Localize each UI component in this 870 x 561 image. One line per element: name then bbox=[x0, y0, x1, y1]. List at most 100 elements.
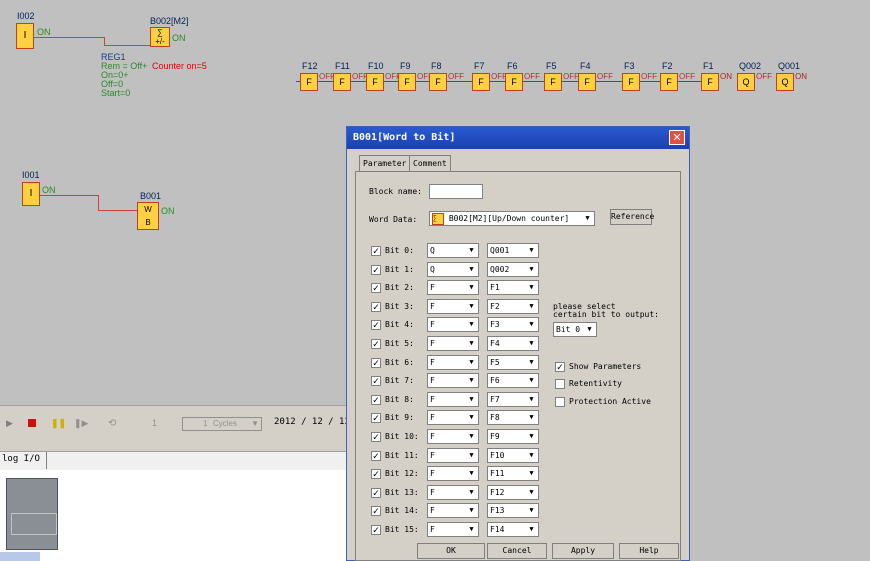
chevron-down-icon: ▼ bbox=[525, 504, 538, 518]
output-block[interactable]: F bbox=[622, 73, 640, 91]
bit-enable-checkbox[interactable]: ✓ bbox=[371, 432, 381, 442]
simulation-toolbar: ▶ ❚❚ ❚▶ ⟲ 1 1 Cycles ▼ 2012 / 12 / 13 bbox=[0, 405, 350, 442]
bit-target-select[interactable]: F11 ▼ bbox=[487, 466, 539, 482]
bit-type-select[interactable]: F ▼ bbox=[427, 391, 479, 407]
bit-type-select[interactable]: F ▼ bbox=[427, 447, 479, 463]
chevron-down-icon: ▼ bbox=[465, 299, 478, 313]
output-state: OFF bbox=[563, 72, 579, 81]
bit-output-select[interactable]: Bit 0 ▼ bbox=[553, 322, 597, 337]
show-parameters-checkbox[interactable]: ✓ bbox=[555, 362, 565, 372]
bit-enable-checkbox[interactable]: ✓ bbox=[371, 357, 381, 368]
bit-target-select[interactable]: F4 ▼ bbox=[487, 336, 539, 351]
bit-target-select[interactable]: Q001 ▼ bbox=[487, 243, 539, 258]
bit-type-select[interactable]: F ▼ bbox=[427, 317, 479, 333]
step-icon[interactable]: ❚▶ bbox=[74, 418, 88, 429]
i002-block[interactable]: I bbox=[16, 23, 34, 49]
bit-target-select[interactable]: F14 ▼ bbox=[487, 522, 539, 537]
bit-type-select[interactable]: F ▼ bbox=[427, 429, 479, 444]
bit-enable-checkbox[interactable]: ✓ bbox=[371, 376, 381, 387]
bit-type-select[interactable]: F ▼ bbox=[427, 410, 479, 426]
output-block[interactable]: F bbox=[300, 73, 318, 91]
output-block[interactable]: F bbox=[578, 73, 596, 91]
reset-icon[interactable]: ⟲ bbox=[108, 418, 116, 429]
bit-target-select[interactable]: F9 ▼ bbox=[487, 429, 539, 444]
bit-type-select[interactable]: F ▼ bbox=[427, 280, 479, 296]
output-block[interactable]: F bbox=[701, 73, 719, 91]
bit-target-select[interactable]: F7 ▼ bbox=[487, 391, 539, 407]
bit-target-select[interactable]: F10 ▼ bbox=[487, 447, 539, 463]
output-block[interactable]: F bbox=[472, 73, 490, 91]
help-button[interactable]: Help bbox=[619, 543, 679, 559]
bit-enable-checkbox[interactable]: ✓ bbox=[371, 450, 381, 461]
bit-enable-checkbox[interactable]: ✓ bbox=[371, 246, 381, 256]
io-panel bbox=[0, 470, 350, 561]
tab-comment[interactable]: Comment bbox=[409, 155, 451, 171]
bit-enable-checkbox[interactable]: ✓ bbox=[371, 394, 381, 405]
bit-target-select[interactable]: F5 ▼ bbox=[487, 354, 539, 370]
output-symbol: F bbox=[372, 77, 378, 87]
bit-target-select[interactable]: Q002 ▼ bbox=[487, 261, 539, 277]
protection-active-checkbox[interactable] bbox=[555, 397, 565, 407]
bit-enable-checkbox[interactable]: ✓ bbox=[371, 487, 381, 498]
bit-enable-checkbox[interactable]: ✓ bbox=[371, 320, 381, 331]
output-block[interactable]: F bbox=[366, 73, 384, 91]
bit-type-select[interactable]: Q ▼ bbox=[427, 243, 479, 258]
bit-type-select[interactable]: F ▼ bbox=[427, 354, 479, 370]
retentivity-checkbox[interactable] bbox=[555, 379, 565, 389]
bit-target-select[interactable]: F6 ▼ bbox=[487, 373, 539, 389]
bit-target-select[interactable]: F13 ▼ bbox=[487, 503, 539, 519]
output-block[interactable]: F bbox=[333, 73, 351, 91]
bit-enable-checkbox[interactable]: ✓ bbox=[371, 413, 381, 424]
bit-enable-checkbox[interactable]: ✓ bbox=[371, 283, 381, 294]
close-icon[interactable]: ✕ bbox=[669, 130, 685, 145]
chevron-down-icon: ▼ bbox=[525, 337, 538, 350]
output-block[interactable]: F bbox=[660, 73, 678, 91]
bit-type-value: F bbox=[430, 506, 435, 516]
bit-target-select[interactable]: F2 ▼ bbox=[487, 298, 539, 314]
bit-type-select[interactable]: F ▼ bbox=[427, 466, 479, 482]
show-parameters-label: Show Parameters bbox=[569, 362, 642, 371]
bit-type-select[interactable]: Q ▼ bbox=[427, 261, 479, 277]
word-to-bit-block[interactable]: WB bbox=[137, 202, 159, 230]
output-block[interactable]: F bbox=[398, 73, 416, 91]
output-block[interactable]: F bbox=[544, 73, 562, 91]
stop-icon[interactable] bbox=[28, 419, 36, 427]
bit-enable-checkbox[interactable]: ✓ bbox=[371, 506, 381, 517]
bit-type-select[interactable]: F ▼ bbox=[427, 336, 479, 351]
output-block[interactable]: F bbox=[429, 73, 447, 91]
bit-enable-checkbox[interactable]: ✓ bbox=[371, 264, 381, 275]
block-name-input[interactable] bbox=[429, 184, 483, 199]
output-block[interactable]: F bbox=[505, 73, 523, 91]
bit-target-select[interactable]: F12 ▼ bbox=[487, 484, 539, 500]
i001-symbol: I bbox=[29, 188, 33, 199]
cycles-input[interactable]: 1 Cycles ▼ bbox=[182, 417, 262, 431]
output-block[interactable]: Q bbox=[776, 73, 794, 91]
bit-type-select[interactable]: F ▼ bbox=[427, 484, 479, 500]
tab-parameter[interactable]: Parameter bbox=[359, 155, 411, 171]
bit-enable-checkbox[interactable]: ✓ bbox=[371, 525, 381, 535]
play-icon[interactable]: ▶ bbox=[6, 418, 13, 429]
tab-log-io[interactable]: log I/O bbox=[2, 454, 40, 464]
bit-enable-checkbox[interactable]: ✓ bbox=[371, 339, 381, 349]
chevron-down-icon: ▼ bbox=[465, 448, 478, 462]
bit-enable-checkbox[interactable]: ✓ bbox=[371, 469, 381, 480]
output-block[interactable]: Q bbox=[737, 73, 755, 91]
reference-button[interactable]: Reference bbox=[610, 209, 654, 225]
i001-block[interactable]: I bbox=[22, 182, 40, 206]
bit-type-select[interactable]: F ▼ bbox=[427, 522, 479, 537]
bit-type-select[interactable]: F ▼ bbox=[427, 373, 479, 389]
pause-icon[interactable]: ❚❚ bbox=[51, 418, 66, 429]
bit-enable-checkbox[interactable]: ✓ bbox=[371, 301, 381, 312]
ok-button[interactable]: OK bbox=[417, 543, 485, 559]
bit-type-select[interactable]: F ▼ bbox=[427, 298, 479, 314]
bit-target-value: F9 bbox=[490, 432, 500, 441]
bit-target-select[interactable]: F3 ▼ bbox=[487, 317, 539, 333]
cancel-button[interactable]: Cancel bbox=[487, 543, 547, 559]
bit-target-select[interactable]: F8 ▼ bbox=[487, 410, 539, 426]
bit-type-select[interactable]: F ▼ bbox=[427, 503, 479, 519]
word-data-select[interactable]: ∑ B002[M2][Up/Down counter] ▼ bbox=[429, 211, 595, 226]
i001-name: I001 bbox=[22, 170, 40, 180]
bit-target-select[interactable]: F1 ▼ bbox=[487, 280, 539, 296]
apply-button[interactable]: Apply bbox=[552, 543, 614, 559]
up-down-counter-block[interactable]: ∑ +/- bbox=[150, 27, 170, 47]
